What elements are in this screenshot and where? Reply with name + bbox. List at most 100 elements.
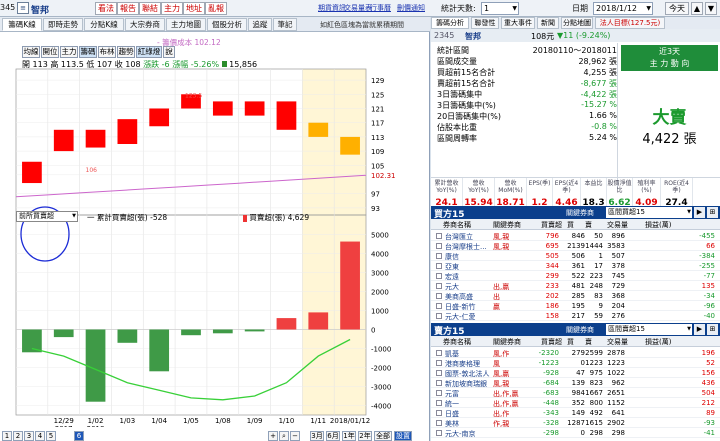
zoom-in-icon[interactable]: +: [268, 431, 278, 441]
tab-correlation[interactable]: 聯發性: [471, 17, 499, 29]
page-1[interactable]: 1: [2, 431, 12, 441]
row-checkbox[interactable]: [436, 293, 442, 299]
row-checkbox[interactable]: [436, 370, 442, 376]
table-row[interactable]: 台灣匯立 風,親 796 846 50 896 -455: [431, 231, 720, 241]
row-checkbox[interactable]: [436, 390, 442, 396]
column-header[interactable]: 買賣超: [541, 220, 562, 230]
column-header[interactable]: 交易量: [607, 337, 628, 347]
row-checkbox[interactable]: [436, 400, 442, 406]
zoom-search-icon[interactable]: ⌕: [279, 431, 289, 441]
page-4[interactable]: 4: [35, 431, 45, 441]
price-alert-link[interactable]: 刪價通知: [397, 3, 425, 13]
column-header[interactable]: 買: [567, 337, 574, 347]
stock-lookup-icon[interactable]: ≡: [17, 2, 29, 14]
table-row[interactable]: 台灣摩根士... 風,親 695 2139 1444 3583 66: [431, 241, 720, 251]
tab-branch-kline[interactable]: 分點K線: [84, 18, 124, 31]
lower-indicator-select[interactable]: 前所買賣超 ▼: [16, 211, 78, 222]
main-force-button[interactable]: 主力: [161, 2, 183, 15]
column-header[interactable]: 交易量: [607, 220, 628, 230]
price-chart[interactable]: 129 125 121 117 113 109 105 102.31 97 93 123.5 106 5…: [0, 47, 430, 427]
table-row[interactable]: 新加坡商瑞銀 風,親 -684 139 823 962 436: [431, 378, 720, 388]
tab-target-price[interactable]: 法人目標(127.5元): [595, 17, 665, 29]
row-checkbox[interactable]: [436, 273, 442, 279]
table-row[interactable]: 美商高盛出 202 285 83 368 -34: [431, 291, 720, 301]
tab-news[interactable]: 新聞: [537, 17, 559, 29]
address-button[interactable]: 地址: [183, 2, 205, 15]
table-row[interactable]: 宏遠 299 522 223 745 -77: [431, 271, 720, 281]
range-2y-button[interactable]: 2年: [358, 431, 372, 441]
table-row[interactable]: 凱基 風,作 -2320 279 2599 2878 196: [431, 348, 720, 358]
table-cell[interactable]: 元大-南京: [445, 429, 476, 439]
up-button[interactable]: ▲: [691, 2, 703, 15]
tab-events[interactable]: 重大事件: [501, 17, 535, 29]
column-header[interactable]: 券商名稱: [443, 220, 471, 230]
row-checkbox[interactable]: [436, 430, 442, 436]
range-3m-button[interactable]: 3月: [310, 431, 324, 441]
page-3[interactable]: 3: [24, 431, 34, 441]
row-checkbox[interactable]: [436, 253, 442, 259]
tab-chip-analysis[interactable]: 籌碼分析: [431, 17, 469, 29]
settings-button[interactable]: 設置: [394, 431, 412, 441]
zoom-out-icon[interactable]: −: [290, 431, 300, 441]
tab-realtime[interactable]: 即時走勢: [43, 18, 83, 31]
table-row[interactable]: 亞東 344 361 17 378 -255: [431, 261, 720, 271]
column-header[interactable]: 關鍵券商: [493, 220, 521, 230]
news-button[interactable]: 亂報: [205, 2, 227, 15]
column-header[interactable]: 券商名稱: [443, 337, 471, 347]
column-header[interactable]: 賣: [585, 220, 592, 230]
page-5[interactable]: 5: [46, 431, 56, 441]
table-row[interactable]: 日盛-新竹贏 186 195 9 204 -96: [431, 301, 720, 311]
row-checkbox[interactable]: [436, 243, 442, 249]
table-row[interactable]: 元大-仁愛 158 217 59 276 -40: [431, 311, 720, 321]
column-header[interactable]: 買: [567, 220, 574, 230]
range-all-button[interactable]: 全部: [374, 431, 392, 441]
page-6[interactable]: 6: [74, 431, 84, 441]
futures-info-link[interactable]: 期貨資訊: [318, 3, 346, 13]
sell-export-icon[interactable]: ▶: [694, 324, 705, 335]
link-button[interactable]: 聯結: [139, 2, 161, 15]
page-2[interactable]: 2: [13, 431, 23, 441]
buy-export-icon[interactable]: ▶: [694, 207, 705, 218]
tab-notes[interactable]: 筆記: [273, 18, 297, 31]
table-row[interactable]: 統一 出,作,贏 -448 352 800 1152 212: [431, 398, 720, 408]
view-button[interactable]: 看法: [95, 2, 117, 15]
days-select[interactable]: 1 ▼: [481, 2, 519, 15]
range-1y-button[interactable]: 1年: [342, 431, 356, 441]
table-row[interactable]: 日盛 出,作 -343 149 492 641 89: [431, 408, 720, 418]
row-checkbox[interactable]: [436, 303, 442, 309]
row-checkbox[interactable]: [436, 410, 442, 416]
column-header[interactable]: 損益(萬): [645, 220, 671, 230]
buy-range-select[interactable]: 區間買超15 ▼: [606, 207, 692, 218]
column-header[interactable]: 損益(萬): [645, 337, 671, 347]
row-checkbox[interactable]: [436, 313, 442, 319]
sell-expand-icon[interactable]: ⊞: [707, 324, 718, 335]
volume-table-link[interactable]: 交易量表: [344, 3, 372, 13]
date-select[interactable]: 2018/1/12 ▼: [593, 2, 653, 15]
column-header[interactable]: 關鍵券商: [493, 337, 521, 347]
table-cell[interactable]: 元大-仁愛: [445, 312, 476, 322]
table-row[interactable]: 美林 作,親 -328 1287 1615 2902 -93: [431, 418, 720, 428]
sell-range-select[interactable]: 區間賣超15 ▼: [606, 324, 692, 335]
tab-stock-analysis[interactable]: 個股分析: [207, 18, 247, 31]
tab-main-force-map[interactable]: 主力地圖: [166, 18, 206, 31]
row-checkbox[interactable]: [436, 233, 442, 239]
column-header[interactable]: 買賣超: [541, 337, 562, 347]
table-row[interactable]: 元大 出,贏 233 481 248 729 135: [431, 281, 720, 291]
row-checkbox[interactable]: [436, 380, 442, 386]
row-checkbox[interactable]: [436, 283, 442, 289]
column-header[interactable]: 賣: [585, 337, 592, 347]
tab-bulk-broker[interactable]: 大宗券商: [125, 18, 165, 31]
table-row[interactable]: 康信 505 506 1 507 -384: [431, 251, 720, 261]
calendar-link[interactable]: 行事曆: [370, 3, 391, 13]
tab-chip-kline[interactable]: 籌碼K線: [2, 18, 42, 31]
report-button[interactable]: 報告: [117, 2, 139, 15]
tab-branch-map[interactable]: 分點地圖: [561, 17, 593, 29]
range-6m-button[interactable]: 6月: [326, 431, 340, 441]
table-row[interactable]: 國票-敦北法人 風,贏 -928 47 975 1022 156: [431, 368, 720, 378]
table-row[interactable]: 港商麥格理風 -1223 0 1223 1223 52: [431, 358, 720, 368]
down-button[interactable]: ▼: [705, 2, 717, 15]
tab-track[interactable]: 追蹤: [248, 18, 272, 31]
row-checkbox[interactable]: [436, 263, 442, 269]
table-row[interactable]: 元富 出,作,贏 -683 984 1667 2651 504: [431, 388, 720, 398]
row-checkbox[interactable]: [436, 360, 442, 366]
